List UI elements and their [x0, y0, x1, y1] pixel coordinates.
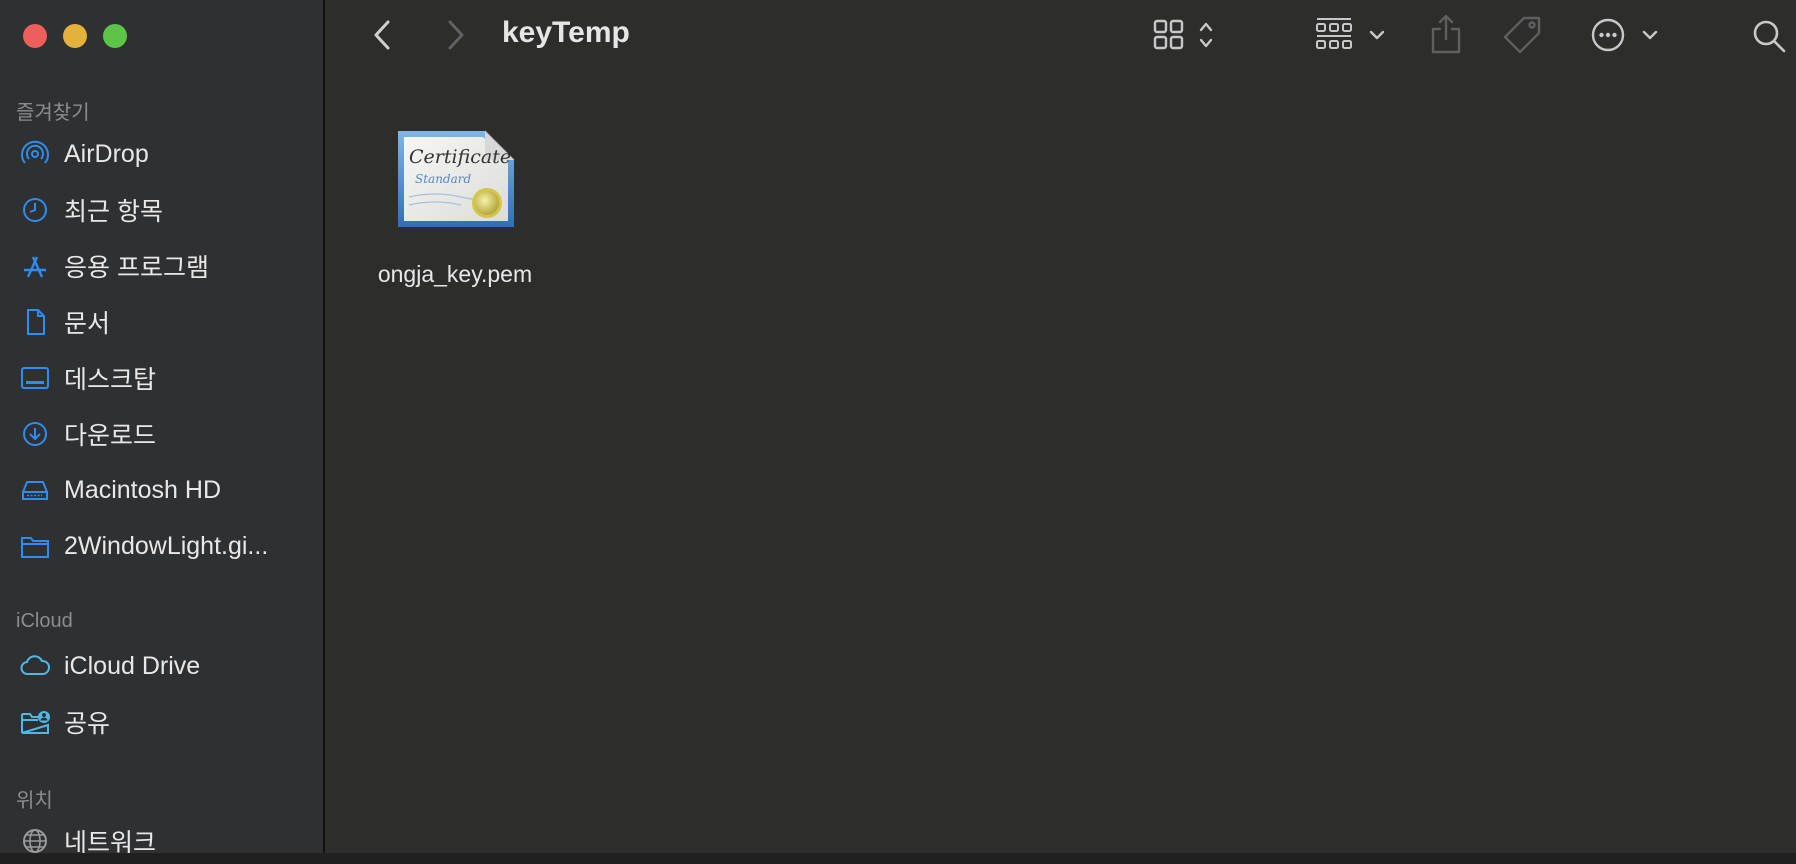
- sidebar-item-label: 다운로드: [64, 422, 157, 450]
- download-icon: [23, 422, 47, 446]
- locations-section-label: 위치: [16, 790, 53, 812]
- sidebar-item-label: 문서: [64, 310, 111, 338]
- view-mode-button[interactable]: [1152, 12, 1224, 58]
- sidebar-item-desktop[interactable]: 데스크탑: [0, 355, 322, 401]
- sidebar-item-label: iCloud Drive: [64, 651, 201, 680]
- icloud-section-label: iCloud: [16, 610, 73, 632]
- folder-icon: [21, 537, 49, 558]
- sidebar-item-applications[interactable]: 응용 프로그램: [0, 243, 322, 289]
- tag-icon: [1503, 16, 1541, 54]
- sidebar-item-network[interactable]: 네트워크: [0, 818, 322, 853]
- certificate-subtitle-text: Standard: [415, 172, 471, 186]
- ellipsis-circle-icon: [1591, 18, 1625, 52]
- back-button[interactable]: [366, 12, 400, 58]
- finder-window: 즐겨찾기 AirDrop 최근 항목 응용 프로그램 문서 데스크탑 다운로드 …: [0, 0, 1796, 853]
- search-button[interactable]: [1750, 12, 1790, 58]
- chevron-up-down-icon: [1199, 22, 1213, 48]
- certificate-title-text: Certificate: [409, 146, 511, 168]
- group-icon: [1316, 18, 1352, 49]
- sidebar-item-label: 최근 항목: [64, 198, 163, 226]
- chevron-down-icon: [1369, 30, 1385, 40]
- sidebar-item-downloads[interactable]: 다운로드: [0, 411, 322, 457]
- tag-button[interactable]: [1502, 12, 1546, 58]
- share-icon: [1431, 14, 1461, 54]
- close-button[interactable]: [23, 24, 47, 48]
- sidebar-item-label: 네트워크: [64, 829, 157, 853]
- sidebar-item-icloud-drive[interactable]: iCloud Drive: [0, 643, 322, 689]
- document-icon: [27, 309, 45, 335]
- desktop-edge: [0, 853, 1796, 864]
- certificate-icon: Certificate Standard: [398, 130, 515, 227]
- sidebar-item-label: AirDrop: [64, 139, 149, 168]
- sidebar-item-label: 2WindowLight.gi...: [64, 531, 269, 560]
- sidebar-item-label: 데스크탑: [64, 366, 157, 394]
- favorites-section-label: 즐겨찾기: [16, 102, 90, 124]
- cloud-icon: [20, 655, 50, 675]
- airdrop-icon: [21, 140, 49, 164]
- group-button[interactable]: [1314, 12, 1390, 58]
- sidebar-item-label: 공유: [64, 710, 111, 738]
- forward-button[interactable]: [438, 12, 472, 58]
- sidebar-item-recents[interactable]: 최근 항목: [0, 187, 322, 233]
- drive-icon: [22, 481, 48, 500]
- share-button[interactable]: [1428, 12, 1464, 58]
- sidebar-item-folder[interactable]: 2WindowLight.gi...: [0, 523, 322, 569]
- file-name: ongja_key.pem: [377, 261, 533, 287]
- applications-icon: [24, 256, 46, 278]
- sidebar: 즐겨찾기 AirDrop 최근 항목 응용 프로그램 문서 데스크탑 다운로드 …: [0, 0, 325, 853]
- clock-icon: [23, 198, 47, 222]
- grid-icon: [1153, 19, 1184, 50]
- shared-folder-icon: [21, 711, 50, 734]
- sidebar-item-shared[interactable]: 공유: [0, 699, 322, 745]
- file-item[interactable]: Certificate Standard ongja_key.pem: [360, 125, 550, 295]
- chevron-down-icon: [1642, 30, 1658, 40]
- window-title: keyTemp: [502, 16, 630, 49]
- desktop-icon: [21, 367, 49, 389]
- zoom-button[interactable]: [103, 24, 127, 48]
- sidebar-item-macintosh-hd[interactable]: Macintosh HD: [0, 467, 322, 513]
- minimize-button[interactable]: [63, 24, 87, 48]
- more-actions-button[interactable]: [1590, 12, 1660, 58]
- sidebar-item-airdrop[interactable]: AirDrop: [0, 131, 322, 177]
- search-icon: [1753, 20, 1786, 53]
- network-icon: [23, 829, 47, 853]
- sidebar-item-label: 응용 프로그램: [64, 254, 209, 282]
- sidebar-item-documents[interactable]: 문서: [0, 299, 322, 345]
- sidebar-item-label: Macintosh HD: [64, 475, 221, 504]
